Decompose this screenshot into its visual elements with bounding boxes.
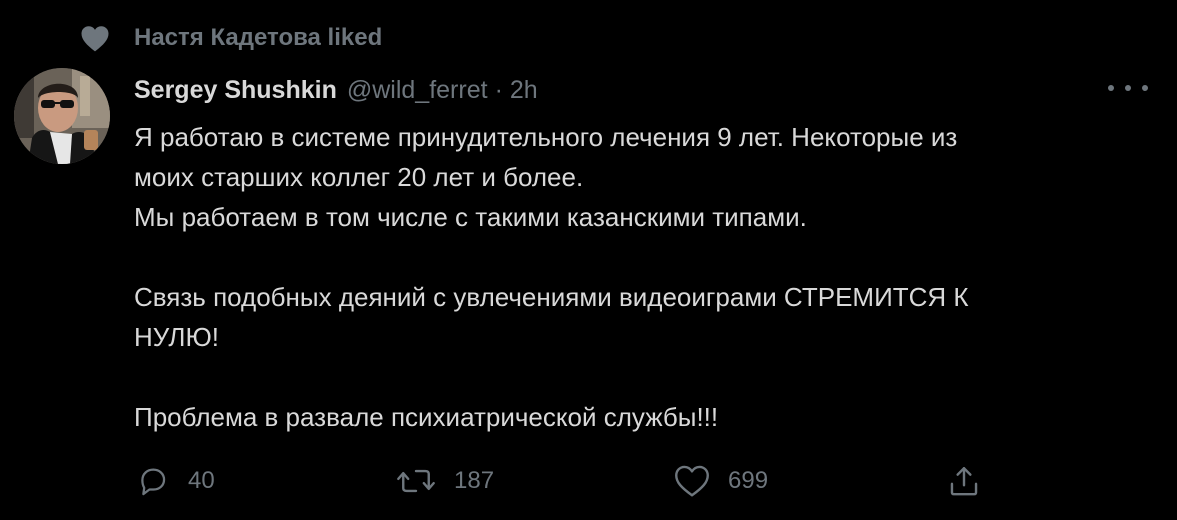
share-icon — [947, 464, 981, 498]
tweet-text-line: Мы работаем в том числе с такими казанск… — [134, 202, 807, 232]
avatar[interactable] — [14, 68, 110, 164]
share-button[interactable] — [947, 458, 981, 504]
heart-icon — [80, 24, 110, 52]
author-display-name[interactable]: Sergey Shushkin — [134, 76, 337, 105]
reply-count: 40 — [188, 467, 215, 494]
tweet-text-line: моих старших коллег 20 лет и более. — [134, 162, 584, 192]
like-icon — [674, 464, 710, 498]
reply-button[interactable]: 40 — [136, 458, 215, 504]
reply-icon — [136, 464, 170, 498]
retweet-button[interactable]: 187 — [396, 458, 494, 504]
more-horizontal-icon[interactable] — [1108, 78, 1148, 98]
separator-dot: · — [494, 75, 503, 104]
author-handle[interactable]: @wild_ferret — [347, 76, 488, 105]
tweet-actions: 40 187 699 — [0, 458, 1177, 504]
social-context: Настя Кадетова liked — [80, 22, 382, 54]
retweet-count: 187 — [454, 467, 495, 494]
retweet-icon — [396, 464, 436, 498]
tweet-header: Sergey Shushkin @wild_ferret · 2h — [134, 72, 538, 108]
liked-by-text[interactable]: Настя Кадетова liked — [134, 24, 382, 52]
tweet-text-line: НУЛЮ! — [134, 322, 219, 352]
tweet-text-line: Я работаю в системе принудительного лече… — [134, 122, 958, 152]
tweet-timestamp[interactable]: 2h — [510, 76, 538, 105]
like-count: 699 — [728, 467, 769, 494]
tweet-text: Я работаю в системе принудительного лече… — [134, 117, 1144, 437]
tweet-text-line: Связь подобных деяний с увлечениями виде… — [134, 282, 969, 312]
like-button[interactable]: 699 — [674, 458, 768, 504]
tweet-text-line: Проблема в развале психиатрической служб… — [134, 402, 719, 432]
